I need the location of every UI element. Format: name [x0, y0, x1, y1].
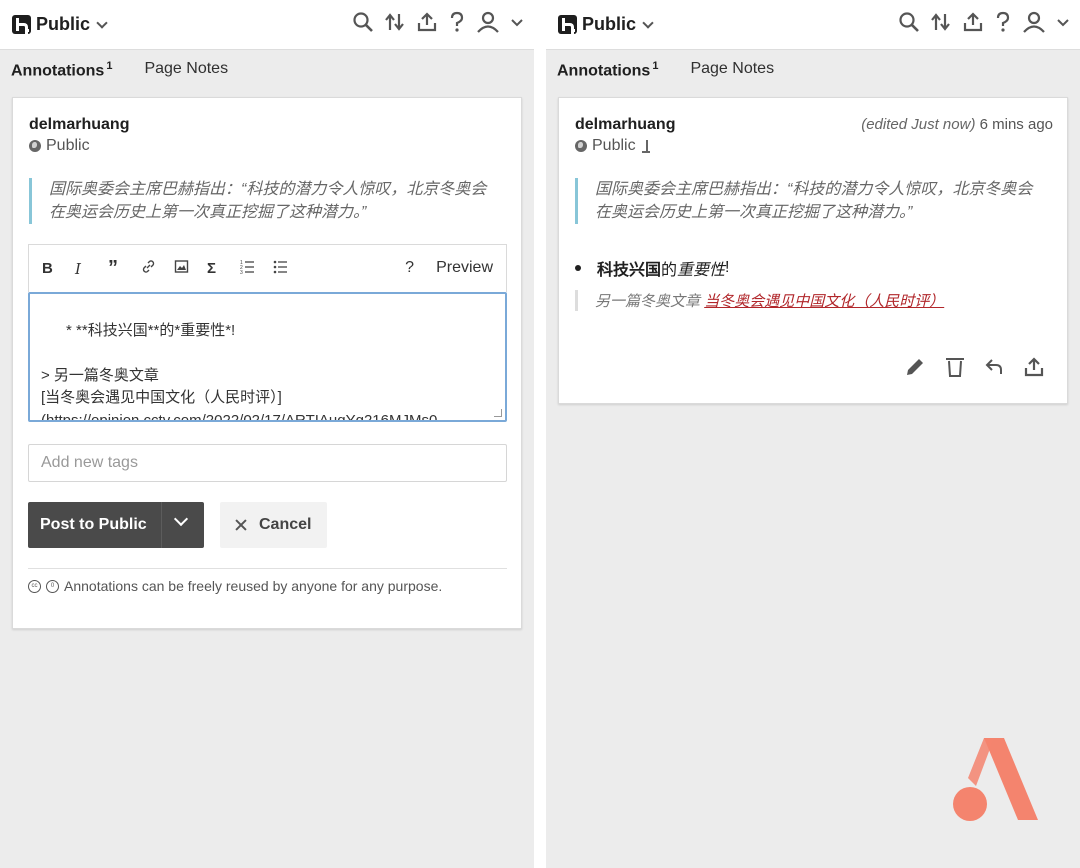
quoted-text: 国际奥委会主席巴赫指出：“科技的潜力令人惊叹，北京冬奥会在奥运会历史上第一次真正…: [29, 178, 489, 224]
tags-input[interactable]: Add new tags: [28, 444, 507, 482]
search-icon[interactable]: [898, 11, 920, 33]
bulleted-list-button[interactable]: [273, 259, 306, 278]
post-button-label: Post to Public: [40, 516, 147, 533]
user-icon[interactable]: [476, 11, 500, 33]
tab-annotations[interactable]: Annotations 1: [11, 60, 112, 80]
search-icon[interactable]: [352, 11, 374, 33]
annotation-text: * **科技兴国**的*重要性*! > 另一篇冬奥文章 [当冬奥会遇见中国文化（…: [41, 321, 438, 422]
button-divider: [161, 502, 162, 548]
tab-page-notes[interactable]: Page Notes: [144, 60, 228, 80]
share-icon[interactable]: [962, 11, 984, 33]
group-name: Public: [592, 137, 636, 154]
bulleted-list-icon: [273, 260, 287, 274]
chevron-down-icon[interactable]: [1056, 11, 1070, 33]
username[interactable]: delmarhuang: [575, 116, 675, 134]
cancel-button-label: Cancel: [259, 516, 312, 533]
tabs: Annotations 1 Page Notes: [11, 60, 228, 80]
quote-button[interactable]: ”: [108, 258, 141, 278]
globe-icon: [575, 140, 587, 152]
nested-quote: 另一篇冬奥文章 当冬奥会遇见中国文化（人民时评）: [575, 290, 944, 311]
bullet-text: 的: [661, 262, 678, 279]
time-ago: 6 mins ago: [979, 116, 1053, 133]
hypothesis-logo-icon[interactable]: [12, 15, 31, 34]
bold-button[interactable]: B: [42, 260, 75, 277]
tab-annotations[interactable]: Annotations 1: [557, 60, 658, 80]
annotation-card: delmarhuang (edited Just now) 6 mins ago…: [558, 97, 1068, 404]
quoted-text: 国际奥委会主席巴赫指出：“科技的潜力令人惊叹，北京冬奥会在奥运会历史上第一次真正…: [575, 178, 1035, 224]
brand-logo-icon: [953, 738, 1038, 821]
help-icon[interactable]: [994, 11, 1012, 33]
edited-label: (edited Just now): [861, 116, 976, 133]
tabs: Annotations 1 Page Notes: [557, 60, 774, 80]
toolbar-icons: [898, 11, 1070, 33]
link-button[interactable]: [141, 259, 174, 278]
annotation-count: 1: [652, 60, 659, 72]
cc-zero-icon: 0: [46, 579, 59, 593]
annotation-editor-card: delmarhuang Public 国际奥委会主席巴赫指出：“科技的潜力令人惊…: [12, 97, 522, 629]
group-label: Public: [29, 137, 90, 155]
group-label: Public: [575, 137, 651, 155]
post-button[interactable]: Post to Public: [28, 502, 204, 548]
tab-annotations-label: Annotations: [557, 62, 651, 80]
bullet-bold-text: 科技兴国: [597, 262, 662, 279]
toolbar-icons: [352, 11, 524, 33]
image-button[interactable]: [174, 259, 207, 278]
scope-selector[interactable]: Public: [582, 14, 654, 35]
top-bar: Public: [546, 0, 1080, 50]
close-icon: [235, 519, 247, 531]
chevron-down-icon: [642, 16, 654, 29]
chevron-down-icon[interactable]: [173, 511, 189, 527]
annotation-count: 1: [106, 60, 113, 72]
bullet-end-text: !: [725, 259, 730, 276]
group-name: Public: [46, 137, 90, 154]
edit-icon[interactable]: [904, 356, 926, 378]
tab-page-notes[interactable]: Page Notes: [690, 60, 774, 80]
username[interactable]: delmarhuang: [29, 116, 129, 134]
annotation-bullet: 科技兴国 的 重要性 !: [575, 256, 730, 280]
delete-icon[interactable]: [945, 356, 965, 378]
reply-icon[interactable]: [984, 356, 1004, 378]
scope-label: Public: [36, 14, 91, 34]
link-icon: [142, 260, 155, 273]
divider: [28, 568, 507, 569]
license-notice: cc 0 Annotations can be freely reused by…: [28, 578, 442, 594]
hypothesis-logo-icon[interactable]: [558, 15, 577, 34]
math-button[interactable]: Σ: [207, 260, 240, 277]
markdown-toolbar: B I ” Σ 123 ? Preview: [28, 244, 507, 292]
share-icon[interactable]: [416, 11, 438, 33]
cc-icon: cc: [28, 579, 41, 593]
numbered-list-icon: 123: [240, 260, 254, 276]
bullet-dot: [575, 265, 581, 271]
article-link[interactable]: 当冬奥会遇见中国文化（人民时评）: [704, 293, 944, 310]
numbered-list-button[interactable]: 123: [240, 259, 273, 278]
scope-label: Public: [582, 14, 637, 34]
share-icon[interactable]: [1023, 356, 1045, 378]
sort-icon[interactable]: [930, 11, 952, 33]
chevron-down-icon: [96, 16, 108, 29]
image-icon: [174, 260, 189, 273]
globe-icon: [29, 140, 41, 152]
svg-text:3: 3: [240, 270, 243, 274]
cursor-icon: [641, 140, 650, 153]
bullet-italic-text: 重要性: [677, 262, 726, 279]
markdown-help-button[interactable]: ?: [405, 259, 414, 277]
nested-quote-text: 另一篇冬奥文章: [595, 293, 701, 310]
cancel-button[interactable]: Cancel: [220, 502, 327, 548]
sort-icon[interactable]: [384, 11, 406, 33]
italic-button[interactable]: I: [75, 260, 108, 278]
annotation-actions: [904, 356, 1045, 378]
timestamp[interactable]: (edited Just now) 6 mins ago: [861, 116, 1053, 133]
resize-handle[interactable]: [494, 409, 502, 417]
help-icon[interactable]: [448, 11, 466, 33]
scope-selector[interactable]: Public: [36, 14, 108, 35]
tab-annotations-label: Annotations: [11, 62, 105, 80]
top-bar: Public: [0, 0, 534, 50]
annotation-textarea[interactable]: * **科技兴国**的*重要性*! > 另一篇冬奥文章 [当冬奥会遇见中国文化（…: [28, 292, 507, 422]
left-panel: Public Annotations 1 Page Notes delmarhua…: [0, 0, 534, 868]
license-text: Annotations can be freely reused by anyo…: [64, 578, 443, 594]
chevron-down-icon[interactable]: [510, 11, 524, 33]
user-icon[interactable]: [1022, 11, 1046, 33]
preview-button[interactable]: Preview: [436, 259, 493, 277]
